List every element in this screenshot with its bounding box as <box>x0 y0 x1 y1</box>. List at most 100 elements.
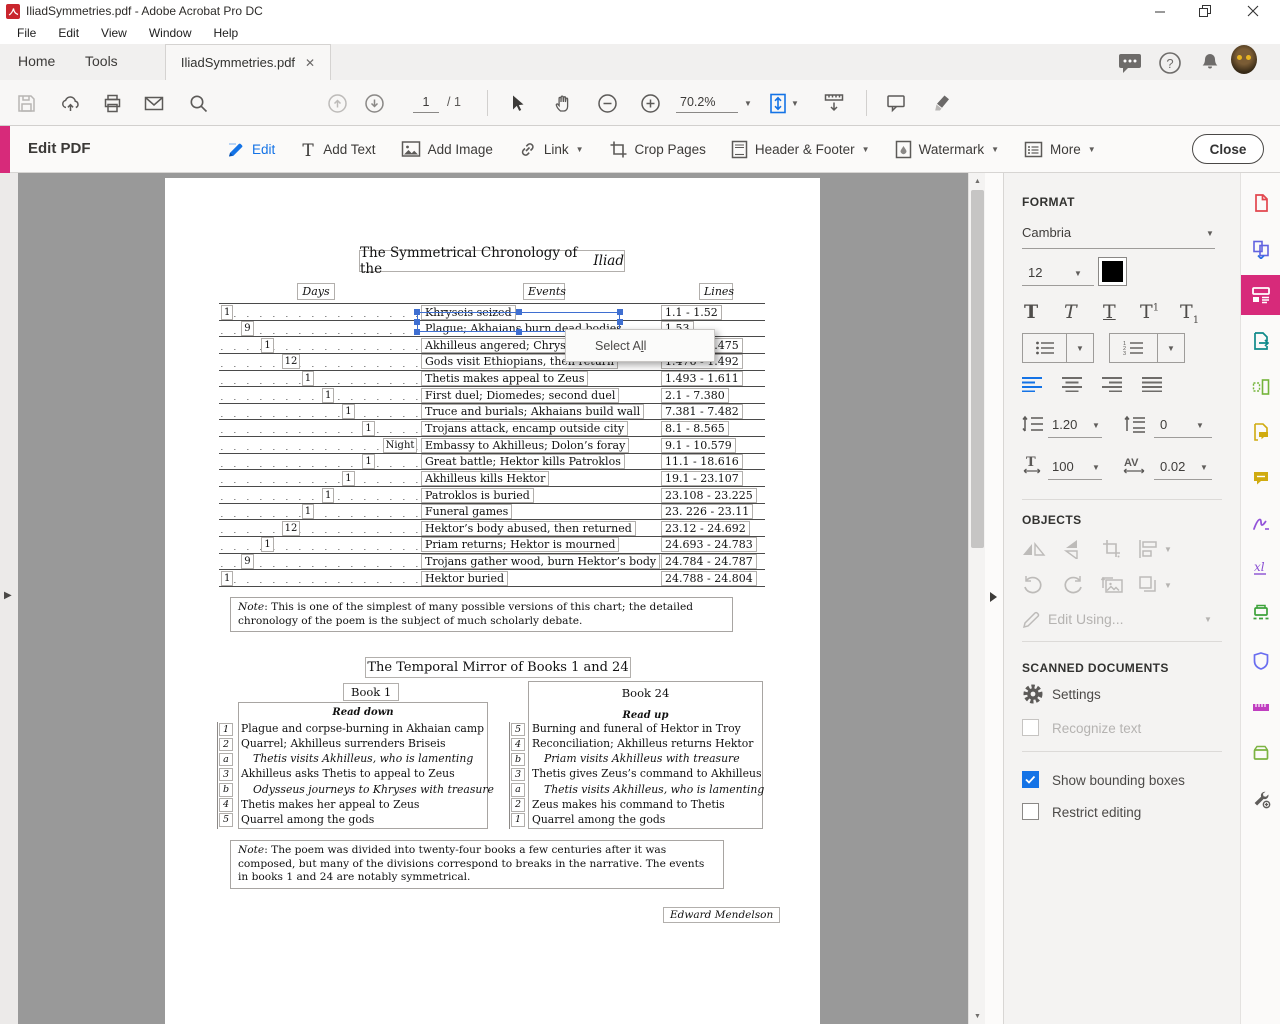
item-number[interactable]: 5 <box>219 813 233 827</box>
close-window-button[interactable] <box>1236 0 1270 22</box>
day-cell[interactable]: 12 <box>282 521 301 536</box>
upload-cloud-icon[interactable] <box>58 91 82 115</box>
line-spacing-select[interactable]: 1.20 <box>1052 417 1077 432</box>
feedback-icon[interactable] <box>1117 51 1143 75</box>
font-family-select[interactable]: Cambria <box>1022 225 1071 240</box>
horizontal-scale-select[interactable]: 100 <box>1052 459 1074 474</box>
flip-horizontal-button[interactable] <box>1022 539 1046 559</box>
underline-button[interactable]: T <box>1103 301 1116 323</box>
item-number[interactable]: 1 <box>219 723 233 737</box>
book-item[interactable]: Burning and funeral of Hektor in Troy <box>532 722 741 736</box>
scroll-up-icon[interactable]: ▲ <box>969 173 986 189</box>
collapse-right-panel-icon[interactable] <box>990 592 997 602</box>
rotate-right-button[interactable] <box>1062 575 1084 595</box>
page-number-input[interactable]: 1 <box>413 93 439 113</box>
day-cell[interactable]: 1 <box>342 471 354 486</box>
lines-cell[interactable]: 1.1 - 1.52 <box>661 305 722 320</box>
lines-cell[interactable]: 8.1 - 8.565 <box>661 421 729 436</box>
watermark-button[interactable]: Watermark▼ <box>895 140 999 159</box>
bullet-list-button[interactable]: ▼ <box>1022 333 1094 363</box>
font-size-select[interactable]: 12 <box>1028 265 1042 280</box>
vertical-scrollbar[interactable]: ▲ ▼ <box>968 173 985 1024</box>
notifications-icon[interactable] <box>1197 51 1223 75</box>
more-button[interactable]: More▼ <box>1024 141 1096 158</box>
print-production-icon[interactable] <box>1241 737 1280 769</box>
day-cell[interactable]: 9 <box>241 554 253 569</box>
request-signatures-icon[interactable]: xl <box>1241 552 1280 584</box>
crop-pages-button[interactable]: Crop Pages <box>609 140 706 159</box>
lines-cell[interactable]: 19.1 - 23.107 <box>661 471 743 486</box>
book-item[interactable]: Thetis makes her appeal to Zeus <box>241 798 419 812</box>
day-cell[interactable]: 9 <box>241 321 253 336</box>
book1-title[interactable]: Book 1 <box>343 683 399 701</box>
item-number[interactable]: 2 <box>219 738 233 752</box>
arrange-objects-button[interactable] <box>1138 575 1158 595</box>
day-cell[interactable]: 1 <box>302 371 314 386</box>
book-item[interactable]: Reconciliation; Akhilleus returns Hektor <box>532 737 753 751</box>
replace-image-button[interactable] <box>1100 575 1124 595</box>
zoom-level-input[interactable]: 70.2% <box>676 93 738 113</box>
tab-home[interactable]: Home <box>18 53 55 69</box>
save-icon[interactable] <box>14 91 38 115</box>
day-cell[interactable]: 1 <box>261 338 273 353</box>
numbered-list-caret-icon[interactable]: ▼ <box>1157 334 1184 362</box>
chronology-note[interactable]: Note: This is one of the simplest of man… <box>230 597 733 632</box>
help-icon[interactable]: ? <box>1157 51 1183 75</box>
lines-cell[interactable]: 24.788 - 24.804 <box>661 571 757 586</box>
lines-cell[interactable]: 24.784 - 24.787 <box>661 554 757 569</box>
subscript-button[interactable]: T1 <box>1180 301 1199 326</box>
lines-cell[interactable]: 2.1 - 7.380 <box>661 388 729 403</box>
protect-icon[interactable] <box>1241 645 1280 677</box>
edit-using-caret-icon[interactable]: ▼ <box>1204 615 1212 624</box>
item-number[interactable]: 1 <box>511 813 525 827</box>
menu-item-file[interactable]: File <box>6 24 47 42</box>
edit-tool-button[interactable]: Edit <box>226 140 275 159</box>
superscript-button[interactable]: T1 <box>1140 301 1159 323</box>
item-number[interactable]: 4 <box>511 738 525 752</box>
restore-button[interactable] <box>1188 0 1222 22</box>
item-number[interactable]: a <box>511 783 525 797</box>
flip-vertical-button[interactable] <box>1062 539 1086 559</box>
book-item[interactable]: Akhilleus asks Thetis to appeal to Zeus <box>241 767 455 781</box>
measure-icon[interactable] <box>1241 691 1280 723</box>
event-cell[interactable]: Funeral games <box>421 504 512 519</box>
align-objects-caret-icon[interactable]: ▼ <box>1164 545 1172 554</box>
tab-document[interactable]: IliadSymmetries.pdf ✕ <box>165 44 331 80</box>
event-cell[interactable]: Trojans attack, encamp outside city <box>421 421 628 436</box>
menu-item-edit[interactable]: Edit <box>47 24 90 42</box>
menu-item-view[interactable]: View <box>90 24 138 42</box>
day-cell[interactable]: 1 <box>362 454 374 469</box>
event-cell[interactable]: Embassy to Akhilleus; Dolon’s foray <box>421 438 629 453</box>
add-image-button[interactable]: Add Image <box>401 140 493 158</box>
day-cell[interactable]: 1 <box>302 504 314 519</box>
align-left-button[interactable] <box>1022 376 1044 392</box>
scan-ocr-icon[interactable] <box>1241 597 1280 629</box>
column-header-days[interactable]: Days <box>297 283 335 300</box>
arrange-objects-caret-icon[interactable]: ▼ <box>1164 581 1172 590</box>
item-number[interactable]: 3 <box>219 768 233 782</box>
create-pdf-icon[interactable] <box>1241 187 1280 219</box>
fill-sign-icon[interactable] <box>1241 507 1280 539</box>
event-cell[interactable]: Hektor buried <box>421 571 508 586</box>
lines-cell[interactable]: 1.493 - 1.611 <box>661 371 743 386</box>
next-page-icon[interactable] <box>362 91 386 115</box>
line-spacing-caret-icon[interactable]: ▼ <box>1092 421 1100 430</box>
column-header-events[interactable]: Events <box>523 283 565 300</box>
scrollbar-thumb[interactable] <box>971 190 984 548</box>
edit-using-button[interactable]: Edit Using... <box>1048 611 1123 627</box>
restrict-editing-checkbox[interactable] <box>1022 803 1039 820</box>
day-cell[interactable]: 1 <box>261 537 273 552</box>
previous-page-icon[interactable] <box>325 91 349 115</box>
page-comment-icon[interactable] <box>1241 416 1280 448</box>
book-item[interactable]: Thetis visits Akhilleus, who is lamentin… <box>544 783 764 797</box>
align-center-button[interactable] <box>1062 376 1084 392</box>
fit-page-icon[interactable] <box>766 91 790 115</box>
font-caret-icon[interactable]: ▼ <box>1206 229 1214 238</box>
day-cell[interactable]: 1 <box>362 421 374 436</box>
lines-cell[interactable]: 24.693 - 24.783 <box>661 537 757 552</box>
hand-tool-icon[interactable] <box>551 91 575 115</box>
comment-icon[interactable] <box>1241 462 1280 494</box>
comment-tool-icon[interactable] <box>884 91 908 115</box>
align-right-button[interactable] <box>1102 376 1124 392</box>
bold-button[interactable]: T <box>1024 301 1038 323</box>
